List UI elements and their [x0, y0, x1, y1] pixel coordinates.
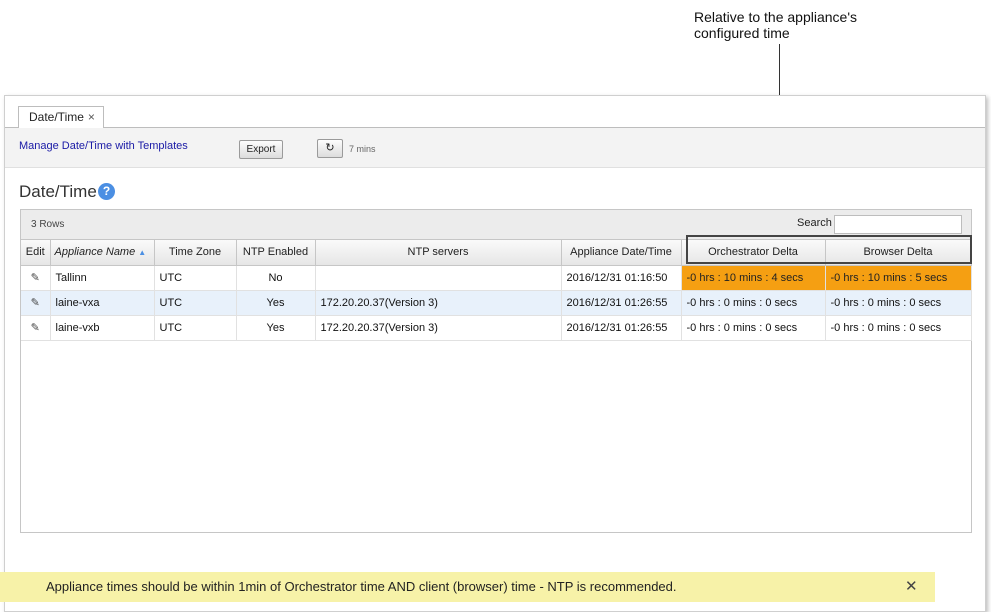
main-panel: Date/Time × Manage Date/Time with Templat…: [4, 95, 986, 612]
ntp-servers-cell: 172.20.20.37(Version 3): [315, 315, 562, 341]
ntp-enabled-cell: Yes: [236, 290, 316, 316]
orchestrator-delta-cell: -0 hrs : 10 mins : 4 secs: [681, 265, 826, 291]
appliance-name-cell: laine-vxb: [50, 315, 155, 341]
datetime-grid: 3 Rows Search Edit Appliance Name ▲ Time …: [20, 209, 972, 533]
column-header-appliance-datetime[interactable]: Appliance Date/Time: [561, 240, 682, 266]
manage-templates-link[interactable]: Manage Date/Time with Templates: [19, 140, 188, 152]
tab-label: Date/Time: [29, 110, 84, 124]
column-header-ntp-enabled[interactable]: NTP Enabled: [236, 240, 316, 266]
tab-bar: Date/Time ×: [5, 96, 985, 129]
column-header-ntp-servers[interactable]: NTP servers: [315, 240, 562, 266]
search-label: Search: [797, 217, 832, 229]
row-edit-cell[interactable]: ✎: [21, 265, 51, 291]
browser-delta-cell: -0 hrs : 10 mins : 5 secs: [825, 265, 972, 291]
time-zone-cell: UTC: [154, 315, 237, 341]
column-header-label: Appliance Name: [54, 246, 136, 259]
table-row: ✎ laine-vxb UTC Yes 172.20.20.37(Version…: [21, 315, 972, 341]
table-row: ✎ laine-vxa UTC Yes 172.20.20.37(Version…: [21, 290, 972, 316]
column-header-orchestrator-delta[interactable]: Orchestrator Delta: [681, 240, 826, 266]
browser-delta-cell: -0 hrs : 0 mins : 0 secs: [825, 290, 972, 316]
toolbar: Manage Date/Time with Templates Export ↻…: [5, 128, 985, 168]
search-input[interactable]: [834, 215, 962, 234]
ntp-enabled-cell: Yes: [236, 315, 316, 341]
appliance-name-cell: laine-vxa: [50, 290, 155, 316]
column-header-time-zone[interactable]: Time Zone: [154, 240, 237, 266]
refresh-button[interactable]: ↻: [317, 139, 343, 158]
page-title: Date/Time: [19, 182, 97, 201]
column-header-edit: Edit: [21, 240, 51, 266]
appliance-name-cell: Tallinn: [50, 265, 155, 291]
row-edit-cell[interactable]: ✎: [21, 290, 51, 316]
ntp-servers-cell: [315, 265, 562, 291]
orchestrator-delta-cell: -0 hrs : 0 mins : 0 secs: [681, 315, 826, 341]
ntp-warning-banner: Appliance times should be within 1min of…: [0, 572, 935, 602]
datetime-table: Edit Appliance Name ▲ Time Zone NTP Enabl…: [21, 240, 972, 341]
refresh-age: 7 mins: [349, 144, 376, 154]
column-header-appliance-name[interactable]: Appliance Name ▲: [50, 240, 155, 266]
time-zone-cell: UTC: [154, 265, 237, 291]
table-row: ✎ Tallinn UTC No 2016/12/31 01:16:50 -0 …: [21, 265, 972, 291]
row-edit-cell[interactable]: ✎: [21, 315, 51, 341]
pencil-icon[interactable]: ✎: [31, 297, 40, 309]
table-header-row: Edit Appliance Name ▲ Time Zone NTP Enabl…: [21, 240, 972, 266]
time-zone-cell: UTC: [154, 290, 237, 316]
browser-delta-cell: -0 hrs : 0 mins : 0 secs: [825, 315, 972, 341]
ntp-servers-cell: 172.20.20.37(Version 3): [315, 290, 562, 316]
orchestrator-delta-cell: -0 hrs : 0 mins : 0 secs: [681, 290, 826, 316]
tab-datetime[interactable]: Date/Time ×: [18, 106, 104, 129]
appliance-datetime-cell: 2016/12/31 01:26:55: [561, 290, 682, 316]
banner-message: Appliance times should be within 1min of…: [46, 579, 677, 594]
callout-annotation: Relative to the appliance's configured t…: [694, 9, 857, 41]
appliance-datetime-cell: 2016/12/31 01:16:50: [561, 265, 682, 291]
tab-close-icon[interactable]: ×: [88, 110, 95, 124]
pencil-icon[interactable]: ✎: [31, 272, 40, 284]
banner-close-icon[interactable]: ✕: [905, 572, 918, 602]
help-icon[interactable]: ?: [98, 183, 115, 200]
rows-count: 3 Rows: [31, 219, 65, 230]
sort-ascending-icon: ▲: [138, 248, 147, 258]
ntp-enabled-cell: No: [236, 265, 316, 291]
appliance-datetime-cell: 2016/12/31 01:26:55: [561, 315, 682, 341]
refresh-icon: ↻: [325, 142, 335, 154]
column-header-browser-delta[interactable]: Browser Delta: [825, 240, 972, 266]
export-button[interactable]: Export: [239, 140, 283, 159]
grid-header-bar: 3 Rows Search: [21, 210, 971, 240]
pencil-icon[interactable]: ✎: [31, 322, 40, 334]
